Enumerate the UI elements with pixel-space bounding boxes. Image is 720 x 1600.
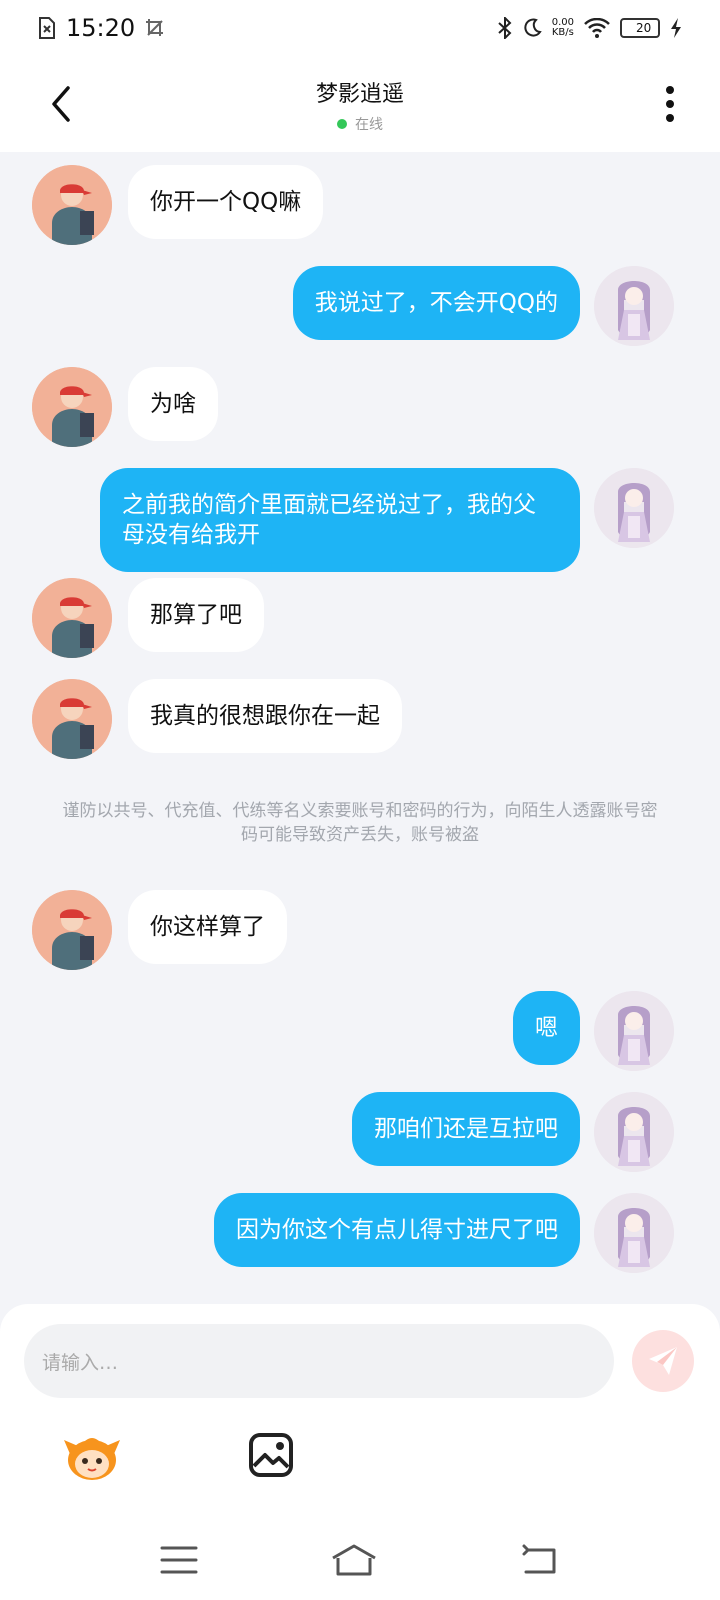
emoji-button[interactable] [62, 1432, 122, 1482]
contact-avatar[interactable] [32, 578, 112, 658]
contact-avatar[interactable] [32, 367, 112, 447]
sim-error-icon [38, 17, 56, 39]
paper-plane-icon [649, 1347, 677, 1375]
status-left: 15:20 [38, 14, 165, 42]
status-bar: 15:20 0.00 KB/s 20 [0, 0, 720, 56]
presence-label: 在线 [355, 117, 383, 133]
user-avatar[interactable] [594, 468, 674, 548]
message-bubble[interactable]: 我说过了，不会开QQ的 [292, 266, 580, 340]
clock: 15:20 [66, 14, 136, 42]
wifi-icon [584, 18, 610, 38]
user-avatar[interactable] [594, 1193, 674, 1273]
menu-icon [160, 1546, 198, 1574]
user-avatar[interactable] [594, 266, 674, 346]
charging-icon [670, 17, 682, 39]
message-input-placeholder: 请输入… [42, 1351, 119, 1374]
home-icon [332, 1544, 376, 1576]
back-arrow-icon [522, 1544, 556, 1574]
message-bubble[interactable]: 我真的很想跟你在一起 [128, 679, 402, 753]
more-options-button[interactable] [658, 84, 682, 124]
message-bubble[interactable]: 嗯 [513, 991, 580, 1065]
contact-name: 梦影逍遥 [315, 82, 404, 107]
message-list[interactable]: 你开一个QQ嘛 我说过了，不会开QQ的 为啥 之前我的简介里面就已经说过了，我的… [0, 152, 720, 1304]
message-bubble[interactable]: 那咱们还是互拉吧 [352, 1092, 580, 1166]
title-wrap: 梦影逍遥 在线 [0, 76, 720, 134]
composer: 请输入… [0, 1304, 720, 1524]
message-bubble[interactable]: 你这样算了 [128, 890, 287, 964]
system-nav-bar [0, 1524, 720, 1600]
screenshot-icon [145, 18, 165, 38]
user-avatar[interactable] [594, 1092, 674, 1172]
bluetooth-icon [498, 17, 512, 39]
contact-avatar[interactable] [32, 165, 112, 245]
message-input[interactable]: 请输入… [24, 1324, 614, 1398]
presence-status: 在线 [0, 114, 720, 134]
contact-avatar[interactable] [32, 890, 112, 970]
message-bubble[interactable]: 因为你这个有点儿得寸进尺了吧 [214, 1193, 580, 1267]
home-button[interactable] [330, 1542, 378, 1578]
chat-header: 梦影逍遥 在线 [0, 56, 720, 152]
status-right: 0.00 KB/s 20 [498, 17, 682, 39]
security-warning: 谨防以共号、代充值、代练等名义索要账号和密码的行为，向陌生人透露账号密码可能导致… [62, 801, 658, 845]
online-dot [337, 119, 347, 129]
net-speed-unit: KB/s [551, 27, 574, 38]
message-bubble[interactable]: 为啥 [128, 367, 218, 441]
more-vertical-icon [666, 86, 674, 122]
net-speed: 0.00 KB/s [552, 18, 574, 38]
image-icon [249, 1433, 293, 1477]
contact-avatar[interactable] [32, 679, 112, 759]
message-bubble[interactable]: 你开一个QQ嘛 [128, 165, 324, 239]
battery-icon: 20 [620, 18, 660, 38]
message-bubble[interactable]: 之前我的简介里面就已经说过了，我的父母没有给我开 [100, 468, 580, 572]
message-bubble[interactable]: 那算了吧 [128, 578, 264, 652]
emoji-mascot-icon [64, 1438, 120, 1480]
battery-level: 20 [635, 21, 652, 35]
moon-icon [522, 18, 542, 38]
image-button[interactable] [248, 1432, 294, 1478]
user-avatar[interactable] [594, 991, 674, 1071]
send-button[interactable] [632, 1330, 694, 1392]
back-nav-button[interactable] [518, 1542, 562, 1578]
menu-button[interactable] [158, 1542, 202, 1578]
